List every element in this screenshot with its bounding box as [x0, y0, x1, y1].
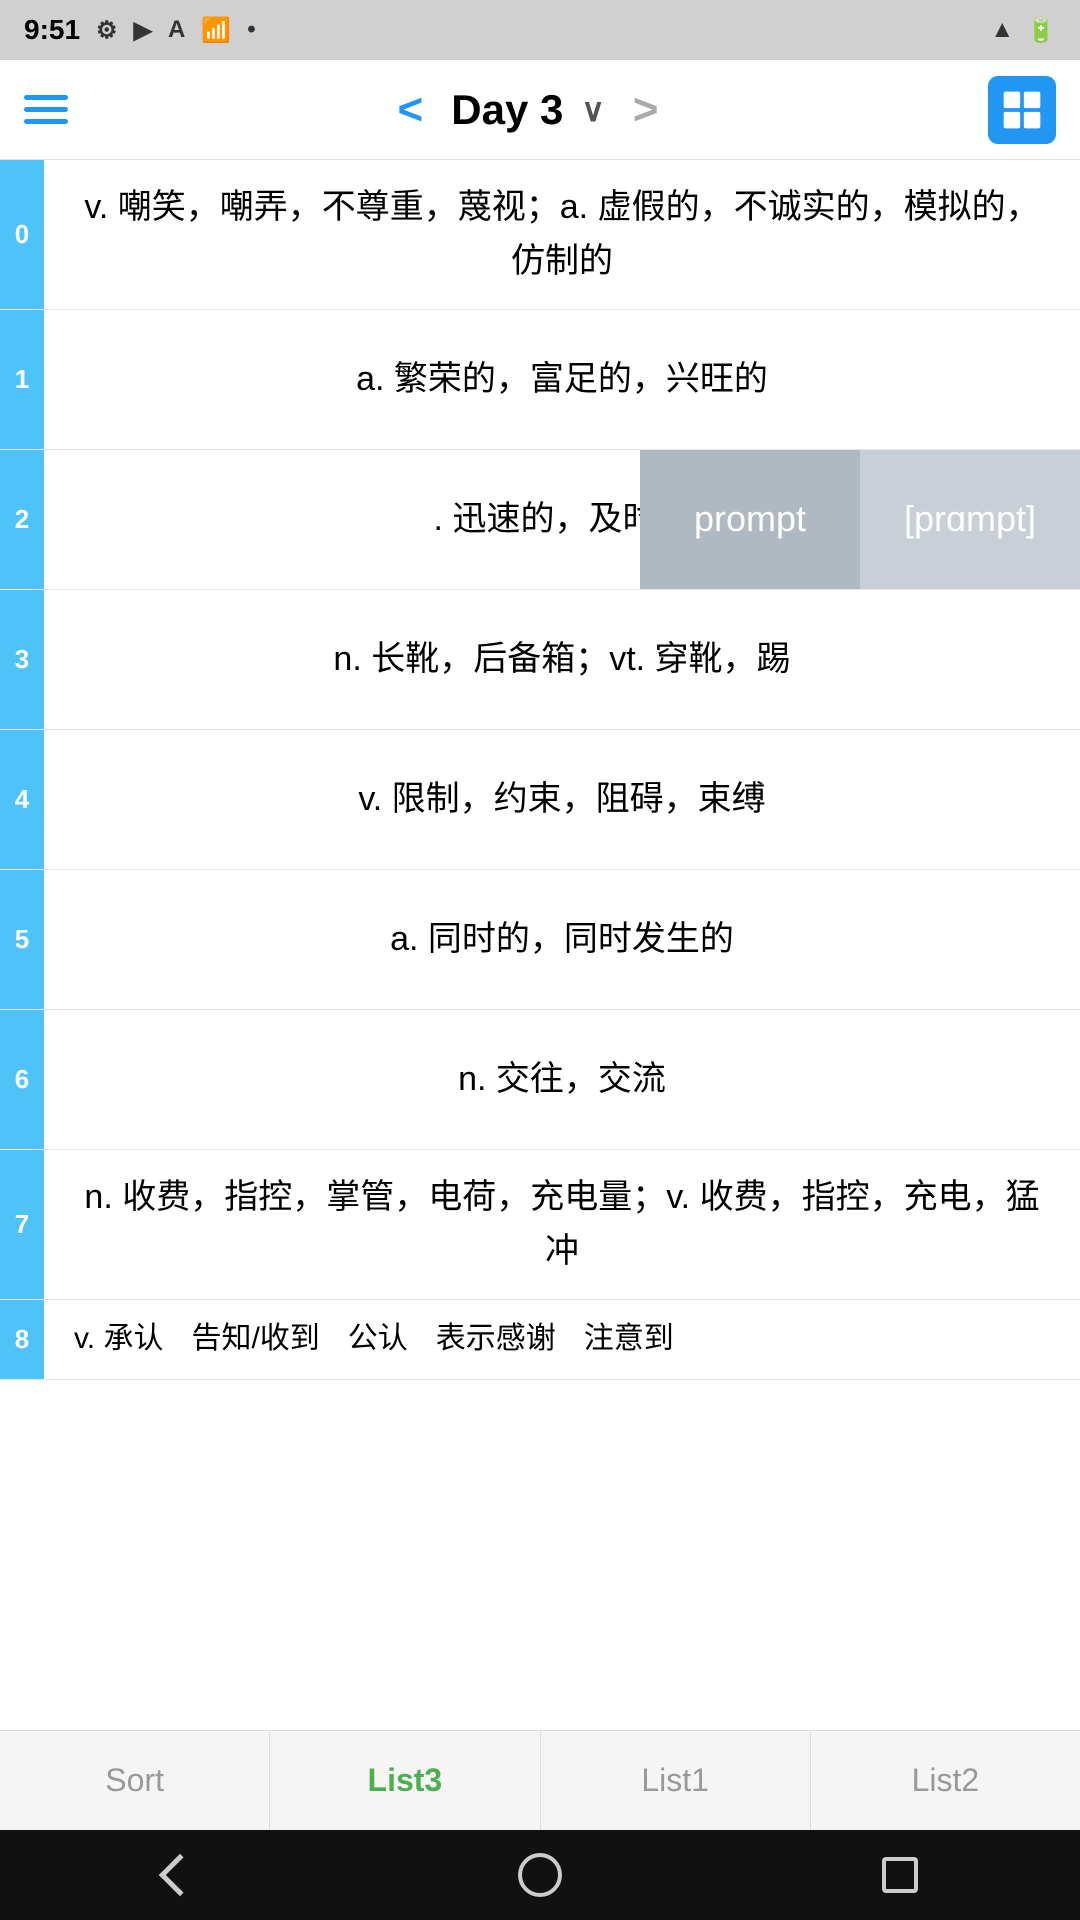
battery-icon: 🔋 — [1026, 16, 1056, 45]
word-definition-5: a. 同时的，同时发生的 — [44, 870, 1080, 1009]
popup-word-label: prompt — [640, 450, 860, 589]
grid-view-button[interactable] — [988, 76, 1056, 144]
word-index-0: 0 — [0, 160, 44, 309]
word-row[interactable]: 0 v. 嘲笑，嘲弄，不尊重，蔑视；a. 虚假的，不诚实的，模拟的，仿制的 — [0, 160, 1080, 310]
word-row[interactable]: 4 v. 限制，约束，阻碍，束缚 — [0, 730, 1080, 870]
word-row[interactable]: 5 a. 同时的，同时发生的 — [0, 870, 1080, 1010]
word-definition-8: v. 承认 告知/收到 公认 表示感谢 注意到 — [44, 1300, 1080, 1379]
partial-frag-0: v. 承认 — [74, 1315, 163, 1363]
word-definition-3: n. 长靴，后备箱；vt. 穿靴，踢 — [44, 590, 1080, 729]
tab-sort[interactable]: Sort — [0, 1731, 270, 1830]
word-row[interactable]: 2 . 迅速的，及时的 prompt [prɑmpt] — [0, 450, 1080, 590]
prev-day-button[interactable]: < — [382, 80, 440, 140]
tab-list1[interactable]: List1 — [541, 1731, 811, 1830]
status-time: 9:51 — [24, 14, 80, 46]
word-definition-4: v. 限制，约束，阻碍，束缚 — [44, 730, 1080, 869]
wifi-icon: 📶 — [201, 16, 231, 45]
tab-list2[interactable]: List2 — [811, 1731, 1080, 1830]
word-row[interactable]: 3 n. 长靴，后备箱；vt. 穿靴，踢 — [0, 590, 1080, 730]
recents-button[interactable] — [870, 1845, 930, 1905]
partial-frag-1: 告知/收到 — [191, 1315, 319, 1363]
dot-icon: • — [247, 16, 255, 44]
play-icon: ▶ — [134, 16, 152, 45]
word-row[interactable]: 1 a. 繁荣的，富足的，兴旺的 — [0, 310, 1080, 450]
dropdown-arrow-icon[interactable]: ∨ — [581, 91, 604, 129]
word-index-4: 4 — [0, 730, 44, 869]
font-icon: A — [168, 16, 185, 44]
status-bar: 9:51 ⚙ ▶ A 📶 • ▲ 🔋 — [0, 0, 1080, 60]
settings-icon: ⚙ — [96, 16, 118, 45]
word-row[interactable]: 6 n. 交往，交流 — [0, 1010, 1080, 1150]
word-index-1: 1 — [0, 310, 44, 449]
word-index-8: 8 — [0, 1300, 44, 1379]
home-button[interactable] — [510, 1845, 570, 1905]
word-definition-0: v. 嘲笑，嘲弄，不尊重，蔑视；a. 虚假的，不诚实的，模拟的，仿制的 — [44, 160, 1080, 309]
toolbar: < Day 3 ∨ > — [0, 60, 1080, 160]
day-title: Day 3 — [451, 86, 563, 134]
bottom-nav: Sort List3 List1 List2 — [0, 1730, 1080, 1830]
partial-frag-4: 注意到 — [584, 1315, 674, 1363]
system-nav — [0, 1830, 1080, 1920]
word-index-2: 2 — [0, 450, 44, 589]
word-index-6: 6 — [0, 1010, 44, 1149]
word-definition-1: a. 繁荣的，富足的，兴旺的 — [44, 310, 1080, 449]
word-list: 0 v. 嘲笑，嘲弄，不尊重，蔑视；a. 虚假的，不诚实的，模拟的，仿制的 1 … — [0, 160, 1080, 1730]
tab-list3[interactable]: List3 — [270, 1731, 540, 1830]
word-row[interactable]: 8 v. 承认 告知/收到 公认 表示感谢 注意到 — [0, 1300, 1080, 1380]
word-row[interactable]: 7 n. 收费，指控，掌管，电荷，充电量；v. 收费，指控，充电，猛冲 — [0, 1150, 1080, 1300]
next-day-button[interactable]: > — [617, 80, 675, 140]
word-index-3: 3 — [0, 590, 44, 729]
popup-phonetic-label: [prɑmpt] — [860, 450, 1080, 589]
word-definition-7: n. 收费，指控，掌管，电荷，充电量；v. 收费，指控，充电，猛冲 — [44, 1150, 1080, 1299]
word-index-7: 7 — [0, 1150, 44, 1299]
word-definition-6: n. 交往，交流 — [44, 1010, 1080, 1149]
word-popup[interactable]: prompt [prɑmpt] — [640, 450, 1080, 589]
partial-frag-3: 表示感谢 — [436, 1315, 556, 1363]
menu-button[interactable] — [24, 95, 68, 124]
signal-icon: ▲ — [990, 16, 1014, 44]
word-index-5: 5 — [0, 870, 44, 1009]
partial-frag-2: 公认 — [348, 1315, 408, 1363]
back-button[interactable] — [150, 1845, 210, 1905]
